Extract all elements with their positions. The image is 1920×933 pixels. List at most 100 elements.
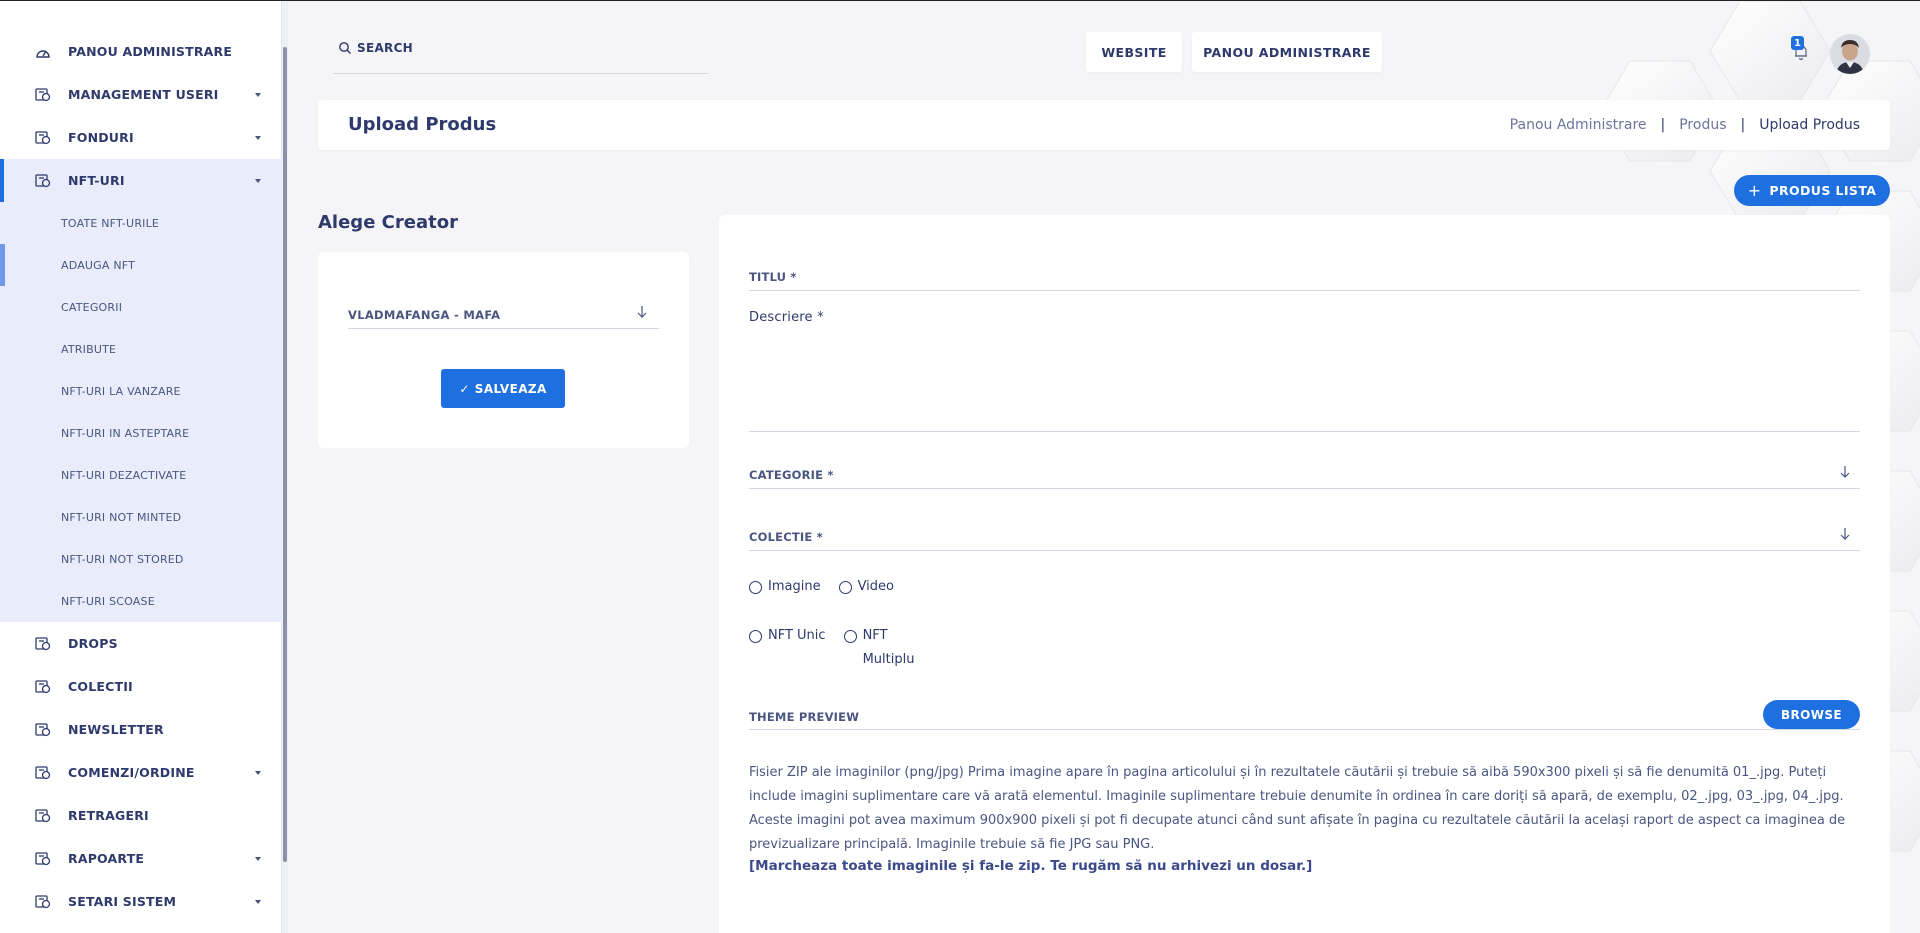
produs-lista-button[interactable]: + PRODUS LISTA	[1734, 175, 1890, 206]
chevron-down-icon	[255, 178, 261, 183]
module-icon	[35, 722, 51, 736]
module-icon	[35, 173, 51, 187]
submenu-item-categorii[interactable]: CATEGORII	[0, 286, 282, 328]
media-type-radio-group: Imagine Video	[749, 579, 912, 594]
sidebar-item-retrageri[interactable]: RETRAGERI	[0, 794, 282, 837]
theme-preview-label: THEME PREVIEW	[749, 710, 860, 724]
submenu-item-label: NFT-URI NOT MINTED	[61, 510, 182, 524]
sidebar-item-label: SETARI SISTEM	[68, 894, 177, 909]
sidebar-item-fonduri[interactable]: FONDURI	[0, 116, 282, 159]
titlu-field[interactable]: TITLU *	[749, 265, 1860, 291]
breadcrumb-separator: |	[1660, 117, 1666, 133]
chevron-down-icon	[255, 856, 261, 861]
submenu-item-not-minted[interactable]: NFT-URI NOT MINTED	[0, 496, 282, 538]
sidebar-item-label: RETRAGERI	[68, 808, 149, 823]
arrow-down-icon	[1840, 528, 1850, 540]
submenu-item-label: NFT-URI NOT STORED	[61, 552, 184, 566]
upload-help-text: Fisier ZIP ale imaginilor (png/jpg) Prim…	[749, 765, 1846, 852]
radio-nft-multiplu[interactable]: NFT Multiplu	[843, 628, 919, 672]
categorie-label: CATEGORIE *	[749, 468, 834, 482]
sidebar-item-panou-administrare[interactable]: PANOU ADMINISTRARE	[0, 30, 282, 73]
radio-nft-unic[interactable]: NFT Unic	[749, 628, 826, 672]
submenu-item-scoase[interactable]: NFT-URI SCOASE	[0, 580, 282, 622]
categorie-select[interactable]: CATEGORIE *	[749, 457, 1860, 489]
submenu-nft-uri: TOATE NFT-URILE ADAUGA NFT CATEGORII ATR…	[0, 202, 282, 622]
submenu-item-label: CATEGORII	[61, 300, 123, 314]
sidebar-item-rapoarte[interactable]: RAPOARTE	[0, 837, 282, 880]
plus-icon: +	[1747, 180, 1762, 200]
breadcrumb-item[interactable]: Produs	[1679, 117, 1726, 133]
submenu-item-label: NFT-URI IN ASTEPTARE	[61, 426, 190, 440]
submenu-item-label: ATRIBUTE	[61, 342, 117, 356]
sidebar-item-label: PANOU ADMINISTRARE	[68, 44, 233, 59]
sidebar-item-label: RAPOARTE	[68, 851, 145, 866]
submenu-item-in-asteptare[interactable]: NFT-URI IN ASTEPTARE	[0, 412, 282, 454]
breadcrumb-separator: |	[1740, 117, 1746, 133]
sidebar-item-setari-sistem[interactable]: SETARI SISTEM	[0, 880, 282, 923]
sidebar-item-label: COLECTII	[68, 679, 133, 694]
radio-video[interactable]: Video	[838, 579, 894, 594]
radio-circle[interactable]	[843, 630, 857, 643]
search-input[interactable]	[357, 37, 697, 59]
radio-label: NFT Multiplu	[862, 628, 915, 667]
dashboard-icon	[36, 49, 50, 58]
submenu-item-toate-nft-urile[interactable]: TOATE NFT-URILE	[0, 202, 282, 244]
radio-imagine[interactable]: Imagine	[749, 579, 821, 594]
browse-button[interactable]: BROWSE	[1763, 700, 1860, 729]
search-box	[333, 29, 708, 74]
sidebar-item-label: NFT-URI	[68, 173, 125, 188]
sidebar-scrollbar[interactable]	[282, 1, 288, 933]
breadcrumb-item[interactable]: Panou Administrare	[1510, 117, 1647, 133]
arrow-down-icon	[1840, 466, 1850, 478]
module-icon	[35, 808, 51, 822]
sidebar: PANOU ADMINISTRARE MANAGEMENT USERI FOND…	[0, 1, 282, 933]
creator-section-title: Alege Creator	[318, 212, 458, 233]
submenu-item-atribute[interactable]: ATRIBUTE	[0, 328, 282, 370]
sidebar-item-management-useri[interactable]: MANAGEMENT USERI	[0, 73, 282, 116]
avatar[interactable]	[1830, 34, 1870, 74]
creator-select[interactable]: VLADMAFANGA - MAFA	[348, 299, 659, 329]
radio-circle[interactable]	[749, 630, 762, 643]
breadcrumb-current: Upload Produs	[1759, 117, 1860, 133]
submenu-item-dezactivate[interactable]: NFT-URI DEZACTIVATE	[0, 454, 282, 496]
sidebar-item-label: MANAGEMENT USERI	[68, 87, 219, 102]
save-label: SALVEAZA	[474, 381, 547, 396]
page-title: Upload Produs	[348, 114, 497, 135]
radio-circle[interactable]	[838, 581, 852, 594]
website-button[interactable]: WEBSITE	[1086, 32, 1182, 72]
nft-type-radio-group: NFT Unic NFT Multiplu	[749, 628, 937, 672]
submenu-item-la-vanzare[interactable]: NFT-URI LA VANZARE	[0, 370, 282, 412]
save-button[interactable]: ✓ SALVEAZA	[441, 369, 565, 408]
sidebar-item-newsletter[interactable]: NEWSLETTER	[0, 708, 282, 751]
colectie-select[interactable]: COLECTIE *	[749, 519, 1860, 551]
module-icon	[35, 87, 51, 101]
produs-lista-label: PRODUS LISTA	[1769, 183, 1877, 198]
sidebar-item-label: FONDURI	[68, 130, 134, 145]
module-icon	[35, 130, 51, 144]
sidebar-item-drops[interactable]: DROPS	[0, 622, 282, 665]
descriere-field[interactable]: Descriere *	[749, 310, 1860, 432]
sidebar-item-comenzi-ordine[interactable]: COMENZI/ORDINE	[0, 751, 282, 794]
radio-circle[interactable]	[749, 581, 762, 594]
arrow-down-icon	[637, 306, 647, 318]
submenu-item-not-stored[interactable]: NFT-URI NOT STORED	[0, 538, 282, 580]
submenu-item-adauga-nft[interactable]: ADAUGA NFT	[0, 244, 282, 286]
radio-label: NFT Unic	[768, 628, 826, 643]
creator-card: VLADMAFANGA - MAFA ✓ SALVEAZA	[318, 252, 689, 448]
submenu-item-label: TOATE NFT-URILE	[61, 216, 160, 230]
radio-label: Imagine	[768, 579, 821, 594]
panou-administrare-button[interactable]: PANOU ADMINISTRARE	[1192, 32, 1382, 72]
module-icon	[35, 851, 51, 865]
module-icon	[35, 679, 51, 693]
colectie-label: COLECTIE *	[749, 530, 823, 544]
sidebar-item-nft-uri[interactable]: NFT-URI	[0, 159, 282, 202]
user-avatar-icon	[1830, 34, 1870, 74]
sidebar-item-colectii[interactable]: COLECTII	[0, 665, 282, 708]
scrollbar-thumb[interactable]	[283, 47, 287, 862]
module-icon	[35, 636, 51, 650]
titlu-label: TITLU *	[749, 270, 797, 284]
check-icon: ✓	[459, 381, 470, 396]
sidebar-item-label: DROPS	[68, 636, 118, 651]
notification-badge: 1	[1791, 36, 1804, 50]
submenu-item-label: NFT-URI DEZACTIVATE	[61, 468, 187, 482]
